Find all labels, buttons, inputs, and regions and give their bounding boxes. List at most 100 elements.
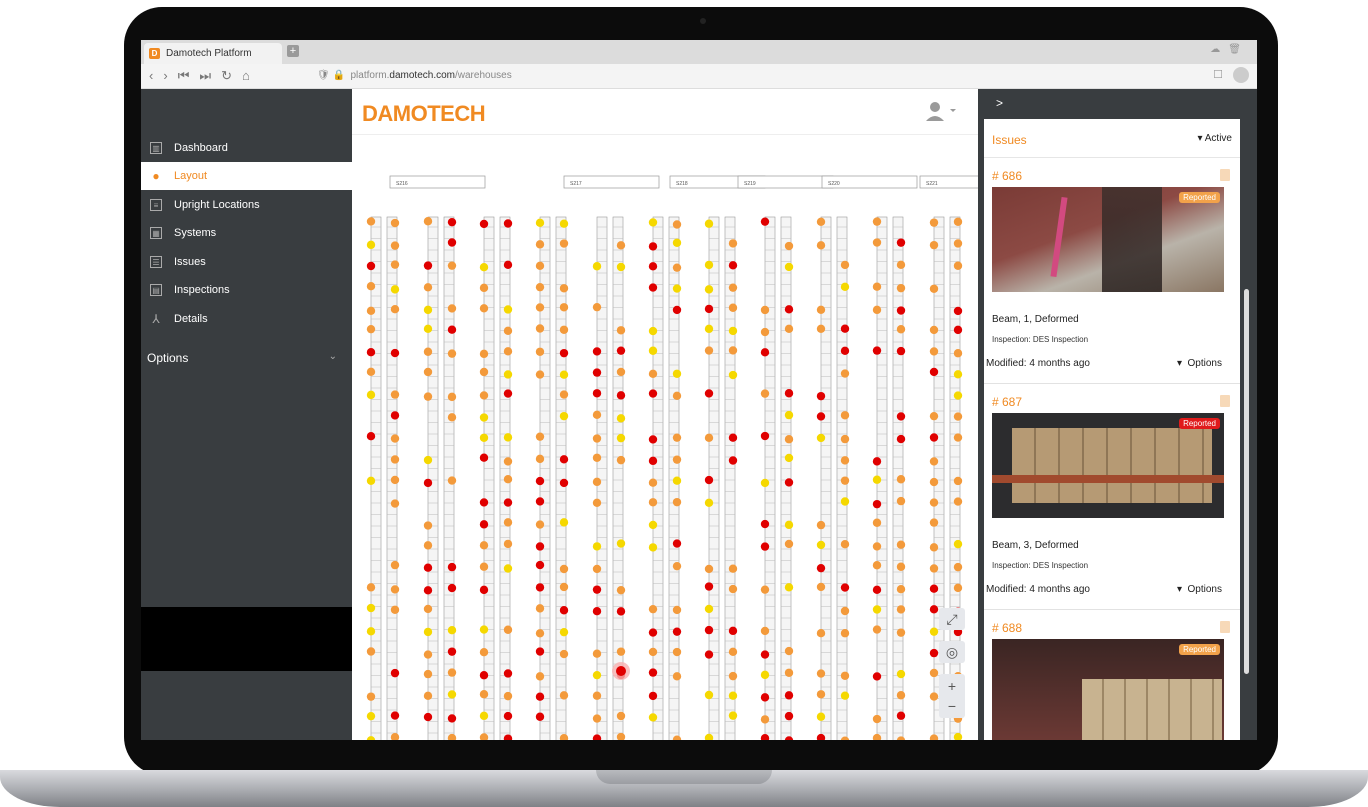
issue-marker[interactable] [784, 668, 794, 677]
issue-marker[interactable] [616, 391, 626, 400]
issue-marker[interactable] [929, 284, 939, 293]
issue-marker[interactable] [535, 629, 545, 638]
issue-marker[interactable] [728, 326, 738, 336]
issue-marker[interactable] [592, 585, 602, 594]
sidebar-item-issues[interactable]: ☰ Issues [141, 248, 352, 276]
user-menu-icon[interactable] [924, 101, 960, 121]
issue-marker[interactable] [447, 583, 457, 593]
issue-marker[interactable] [559, 219, 569, 228]
sidebar-item-upright-locations[interactable]: ≡ Upright Locations [141, 191, 352, 219]
issue-marker[interactable] [648, 713, 658, 722]
issue-marker[interactable] [728, 239, 738, 248]
issue-options-dropdown[interactable]: ▾ Options [1177, 358, 1222, 369]
issue-marker[interactable] [559, 455, 569, 464]
issue-marker[interactable] [760, 650, 770, 659]
issue-marker[interactable] [479, 585, 489, 595]
issue-marker[interactable] [616, 367, 626, 377]
issue-marker[interactable] [648, 369, 658, 379]
issue-marker[interactable] [840, 346, 850, 356]
issue-marker[interactable] [559, 239, 569, 248]
issue-marker[interactable] [535, 712, 545, 721]
issue-marker[interactable] [872, 542, 882, 551]
issue-marker[interactable] [616, 711, 626, 721]
issue-marker[interactable] [447, 647, 457, 656]
issue-marker[interactable] [704, 564, 714, 574]
issue-marker[interactable] [592, 368, 602, 377]
issue-marker[interactable] [366, 711, 376, 721]
issue-marker[interactable] [840, 476, 850, 485]
issue-marker[interactable] [784, 324, 794, 334]
issue-marker[interactable] [559, 370, 569, 379]
issue-marker[interactable] [872, 346, 882, 355]
issue-marker[interactable] [816, 712, 826, 721]
issue-marker[interactable] [816, 217, 826, 227]
issue-marker[interactable] [366, 367, 376, 377]
issue-marker[interactable] [503, 219, 513, 228]
issue-marker[interactable] [872, 518, 882, 527]
issue-marker[interactable] [616, 647, 626, 656]
issue-marker[interactable] [929, 648, 939, 658]
issue-marker[interactable] [592, 302, 602, 312]
issue-photo[interactable]: Reported [992, 413, 1224, 518]
issue-marker[interactable] [760, 478, 770, 488]
issue-marker[interactable] [535, 282, 545, 292]
issue-marker[interactable] [390, 348, 400, 358]
issue-marker[interactable] [447, 562, 457, 572]
issue-marker[interactable] [616, 262, 626, 272]
issue-marker[interactable] [592, 564, 602, 574]
issue-marker[interactable] [784, 453, 794, 463]
issue-marker[interactable] [953, 412, 963, 421]
issue-marker[interactable] [760, 626, 770, 636]
issue-marker[interactable] [704, 324, 714, 334]
issue-marker[interactable] [648, 326, 658, 336]
issue-marker[interactable] [704, 285, 714, 294]
issue-marker[interactable] [592, 477, 602, 487]
issue-marker[interactable] [672, 476, 682, 485]
issue-marker[interactable] [503, 326, 513, 336]
issue-marker[interactable] [672, 539, 682, 548]
issue-marker[interactable] [503, 370, 513, 379]
issue-marker[interactable] [503, 389, 513, 398]
issue-marker[interactable] [816, 391, 826, 401]
issue-marker[interactable] [872, 672, 882, 681]
issue-marker[interactable] [503, 498, 513, 507]
issue-marker[interactable] [929, 218, 939, 227]
issue-marker[interactable] [672, 263, 682, 272]
issue-marker[interactable] [784, 241, 794, 251]
issue-marker[interactable] [447, 238, 457, 247]
issue-marker[interactable] [447, 392, 457, 402]
issue-marker[interactable] [390, 499, 400, 508]
issue-marker[interactable] [479, 263, 489, 272]
issue-marker-selected[interactable] [616, 666, 626, 676]
issue-marker[interactable] [728, 303, 738, 312]
issue-marker[interactable] [704, 498, 714, 507]
issue-marker[interactable] [728, 433, 738, 442]
issue-marker[interactable] [953, 306, 963, 316]
issue-marker[interactable] [953, 539, 963, 549]
issue-marker[interactable] [648, 668, 658, 677]
issue-marker[interactable] [390, 475, 400, 485]
issue-marker[interactable] [503, 457, 513, 466]
issue-marker[interactable] [592, 606, 602, 616]
issue-marker[interactable] [929, 433, 939, 442]
issue-marker[interactable] [816, 305, 826, 314]
issue-marker[interactable] [447, 261, 457, 270]
issue-marker[interactable] [648, 604, 658, 614]
issue-marker[interactable] [929, 518, 939, 527]
issue-marker[interactable] [503, 691, 513, 701]
issue-marker[interactable] [816, 540, 826, 550]
issue-marker[interactable] [672, 497, 682, 507]
issue-marker[interactable] [929, 498, 939, 507]
issue-marker[interactable] [760, 389, 770, 398]
issue-marker[interactable] [535, 261, 545, 271]
issue-marker[interactable] [390, 560, 400, 570]
issue-marker[interactable] [592, 453, 602, 462]
issue-marker[interactable] [953, 583, 963, 593]
issue-marker[interactable] [953, 217, 963, 226]
issue-marker[interactable] [447, 413, 457, 422]
issue-marker[interactable] [896, 283, 906, 293]
issue-card[interactable]: # 688 Reported [984, 609, 1240, 740]
issue-marker[interactable] [423, 627, 433, 637]
new-tab-icon[interactable]: + [287, 45, 299, 57]
issue-marker[interactable] [816, 629, 826, 638]
